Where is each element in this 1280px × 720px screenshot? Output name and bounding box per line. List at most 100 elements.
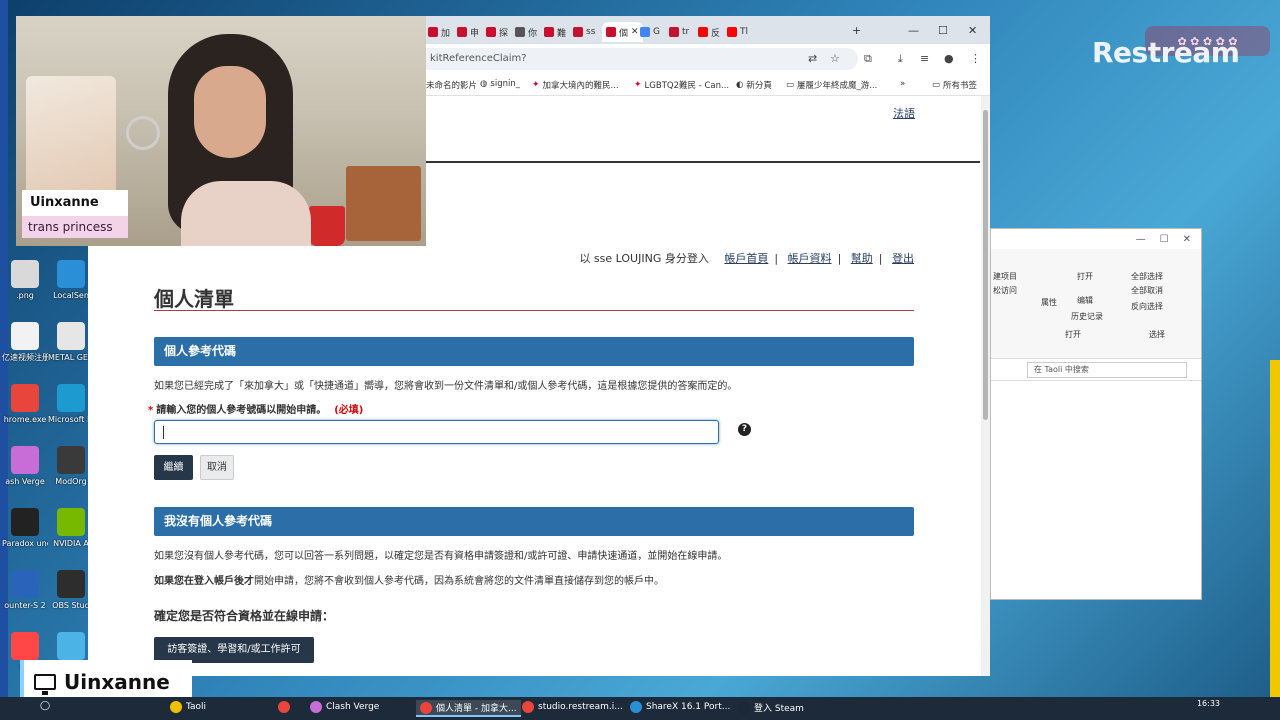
page-scrollbar[interactable] bbox=[981, 96, 990, 676]
browser-tab[interactable]: 個 ✕ bbox=[602, 22, 643, 42]
app-icon bbox=[11, 260, 39, 288]
account-bar: 以 sse LOUJING 身分登入 帳戶首頁 | 帳戶資料 | 幫助 | 登出 bbox=[579, 252, 914, 265]
desktop-icon-label: ounter-S 2 bbox=[4, 601, 46, 610]
tab-favicon-icon bbox=[486, 27, 496, 37]
ribbon-item[interactable]: 历史记录 bbox=[1071, 311, 1103, 322]
extensions-icon[interactable]: ⧉ bbox=[864, 52, 872, 66]
desktop-icon[interactable]: ash Verge bbox=[2, 446, 48, 487]
language-toggle-link[interactable]: 法語 bbox=[893, 105, 915, 121]
app-icon bbox=[57, 260, 85, 288]
taskbar-item[interactable]: 登入 Steam bbox=[738, 701, 804, 714]
download-icon[interactable]: ⤓ bbox=[898, 52, 903, 66]
search-icon[interactable]: ◯ bbox=[40, 701, 50, 711]
reference-code-input[interactable] bbox=[154, 420, 719, 444]
desktop-icon-label: hrome.exe bbox=[3, 415, 47, 424]
ribbon-item[interactable]: 编辑 bbox=[1077, 295, 1093, 306]
file-explorer-window[interactable]: — ☐ ✕ 建项目 松访问 属性 打开 编辑 历史记录 打开 全部选择 全部取消… bbox=[990, 228, 1202, 600]
tab-favicon-icon bbox=[698, 27, 708, 37]
desktop-icon-label: 亿速视频注册码说明.txt bbox=[2, 353, 48, 362]
address-bar[interactable]: kitReferenceClaim? bbox=[418, 48, 858, 70]
bookmark-item[interactable]: ✦ 加拿大境內的難民... bbox=[532, 79, 619, 91]
tab-label: Tl bbox=[740, 27, 748, 37]
taskbar-item[interactable]: studio.restream.i... bbox=[522, 701, 623, 713]
ribbon-item[interactable]: 反向选择 bbox=[1131, 301, 1163, 312]
required-star: * bbox=[148, 405, 154, 416]
ribbon-item[interactable]: 属性 bbox=[1041, 297, 1057, 308]
desktop-icon[interactable]: .png bbox=[2, 260, 48, 301]
browser-tab[interactable]: Tl bbox=[727, 22, 748, 42]
ribbon-item[interactable]: 打开 bbox=[1077, 271, 1093, 282]
all-bookmarks-folder[interactable]: ▭ 所有书签 bbox=[932, 79, 977, 91]
globe-icon: ◍ bbox=[480, 79, 488, 89]
explorer-search-input[interactable]: 在 Taoli 中搜索 bbox=[1027, 361, 1187, 378]
eligibility-subheading: 確定您是否符合資格並在線申請： bbox=[154, 609, 335, 623]
note-text: 開始申請，您將不會收到個人參考代碼，因為系統會將您的文件清單直接儲存到您的帳戶中… bbox=[254, 576, 664, 587]
browser-tab[interactable]: ss bbox=[573, 22, 595, 42]
browser-tab[interactable]: 你 bbox=[515, 22, 537, 42]
bookmark-item[interactable]: ◍ signin_ bbox=[480, 79, 520, 89]
scrollbar-thumb[interactable] bbox=[983, 110, 988, 420]
new-tab-icon: ◐ bbox=[736, 80, 744, 90]
tab-favicon-icon bbox=[428, 27, 438, 37]
taskbar-item[interactable]: Clash Verge bbox=[310, 701, 379, 713]
bookmark-label: 未命名的影片 bbox=[426, 81, 478, 91]
system-clock[interactable]: 16:33 bbox=[1197, 699, 1220, 708]
browser-tab[interactable]: 加 bbox=[428, 22, 450, 42]
taskbar-item[interactable]: 個人清單 - 加拿大... bbox=[416, 700, 521, 717]
desktop-icon[interactable]: 亿速视频注册码说明.txt bbox=[2, 322, 48, 363]
browser-tab[interactable]: 難 bbox=[544, 22, 566, 42]
bookmark-label: LGBTQ2難民 - Can... bbox=[644, 81, 730, 91]
translate-icon[interactable]: ⇄ bbox=[808, 52, 817, 65]
ribbon-item[interactable]: 全部取消 bbox=[1131, 285, 1163, 296]
tab-label: G bbox=[653, 27, 660, 37]
bookmark-item[interactable]: ▭ 屢履少年終成魔_游... bbox=[786, 79, 877, 91]
maximize-icon[interactable]: ☐ bbox=[938, 24, 948, 37]
desktop-icon-label: ash Verge bbox=[5, 477, 45, 486]
title-underline bbox=[154, 310, 914, 311]
account-home-link[interactable]: 帳戶首頁 bbox=[724, 252, 768, 265]
desktop-icon[interactable]: ounter-S 2 bbox=[2, 570, 48, 611]
app-icon bbox=[57, 570, 85, 598]
ribbon-item[interactable]: 全部选择 bbox=[1131, 271, 1163, 282]
tab-label: 反 bbox=[711, 28, 721, 39]
desktop-icon[interactable]: Paradox uncher v2 bbox=[2, 508, 48, 549]
new-tab-icon[interactable]: + bbox=[852, 24, 861, 37]
ribbon-item[interactable]: 松访问 bbox=[993, 285, 1017, 296]
browser-tab[interactable]: tr bbox=[669, 22, 689, 42]
minimize-icon[interactable]: — bbox=[908, 24, 919, 37]
help-question-icon[interactable]: ? bbox=[738, 423, 751, 436]
tab-close-icon[interactable]: ✕ bbox=[631, 27, 639, 37]
continue-button[interactable]: 繼續 bbox=[154, 455, 193, 480]
desktop-icon[interactable]: hrome.exe bbox=[2, 384, 48, 425]
media-icon[interactable]: ≡ bbox=[920, 52, 929, 65]
browser-tab[interactable]: 探 bbox=[486, 22, 508, 42]
taskbar-item[interactable]: ShareX 16.1 Port... bbox=[630, 701, 730, 713]
bookmark-item[interactable]: ◐ 新分頁 bbox=[736, 79, 772, 91]
cancel-button[interactable]: 取消 bbox=[200, 455, 234, 480]
taskbar-item[interactable]: Taoli bbox=[170, 701, 206, 713]
minimize-icon[interactable]: — bbox=[1136, 234, 1146, 245]
browser-tab[interactable]: 反 bbox=[698, 22, 720, 42]
bookmark-item[interactable]: ✦ LGBTQ2難民 - Can... bbox=[634, 79, 729, 91]
bookmark-star-icon[interactable]: ☆ bbox=[830, 52, 840, 65]
maximize-icon[interactable]: ☐ bbox=[1160, 234, 1169, 245]
tab-favicon-icon bbox=[669, 27, 679, 37]
desktop-icon-label: Paradox uncher v2 bbox=[2, 539, 48, 548]
account-profile-link[interactable]: 帳戶資料 bbox=[788, 252, 832, 265]
logout-link[interactable]: 登出 bbox=[892, 252, 914, 265]
page-title: 個人清單 bbox=[154, 287, 234, 311]
ribbon-item[interactable]: 建项目 bbox=[993, 271, 1017, 282]
tab-label: ss bbox=[586, 27, 596, 37]
profile-avatar-icon[interactable]: ● bbox=[944, 52, 954, 65]
close-icon[interactable]: ✕ bbox=[968, 24, 977, 37]
bookmark-item[interactable]: 未命名的影片 bbox=[426, 79, 477, 91]
more-bookmarks-icon[interactable]: » bbox=[900, 79, 905, 89]
help-link[interactable]: 幫助 bbox=[851, 252, 873, 265]
tab-label: 個 bbox=[619, 28, 629, 39]
browser-tab[interactable]: 申 bbox=[457, 22, 479, 42]
taskbar-item[interactable] bbox=[278, 701, 294, 713]
note-emphasis: 如果您在登入帳戶後才 bbox=[154, 576, 254, 587]
close-icon[interactable]: ✕ bbox=[1183, 234, 1191, 245]
menu-icon[interactable]: ⋮ bbox=[970, 52, 981, 65]
browser-tab[interactable]: G bbox=[640, 22, 660, 42]
